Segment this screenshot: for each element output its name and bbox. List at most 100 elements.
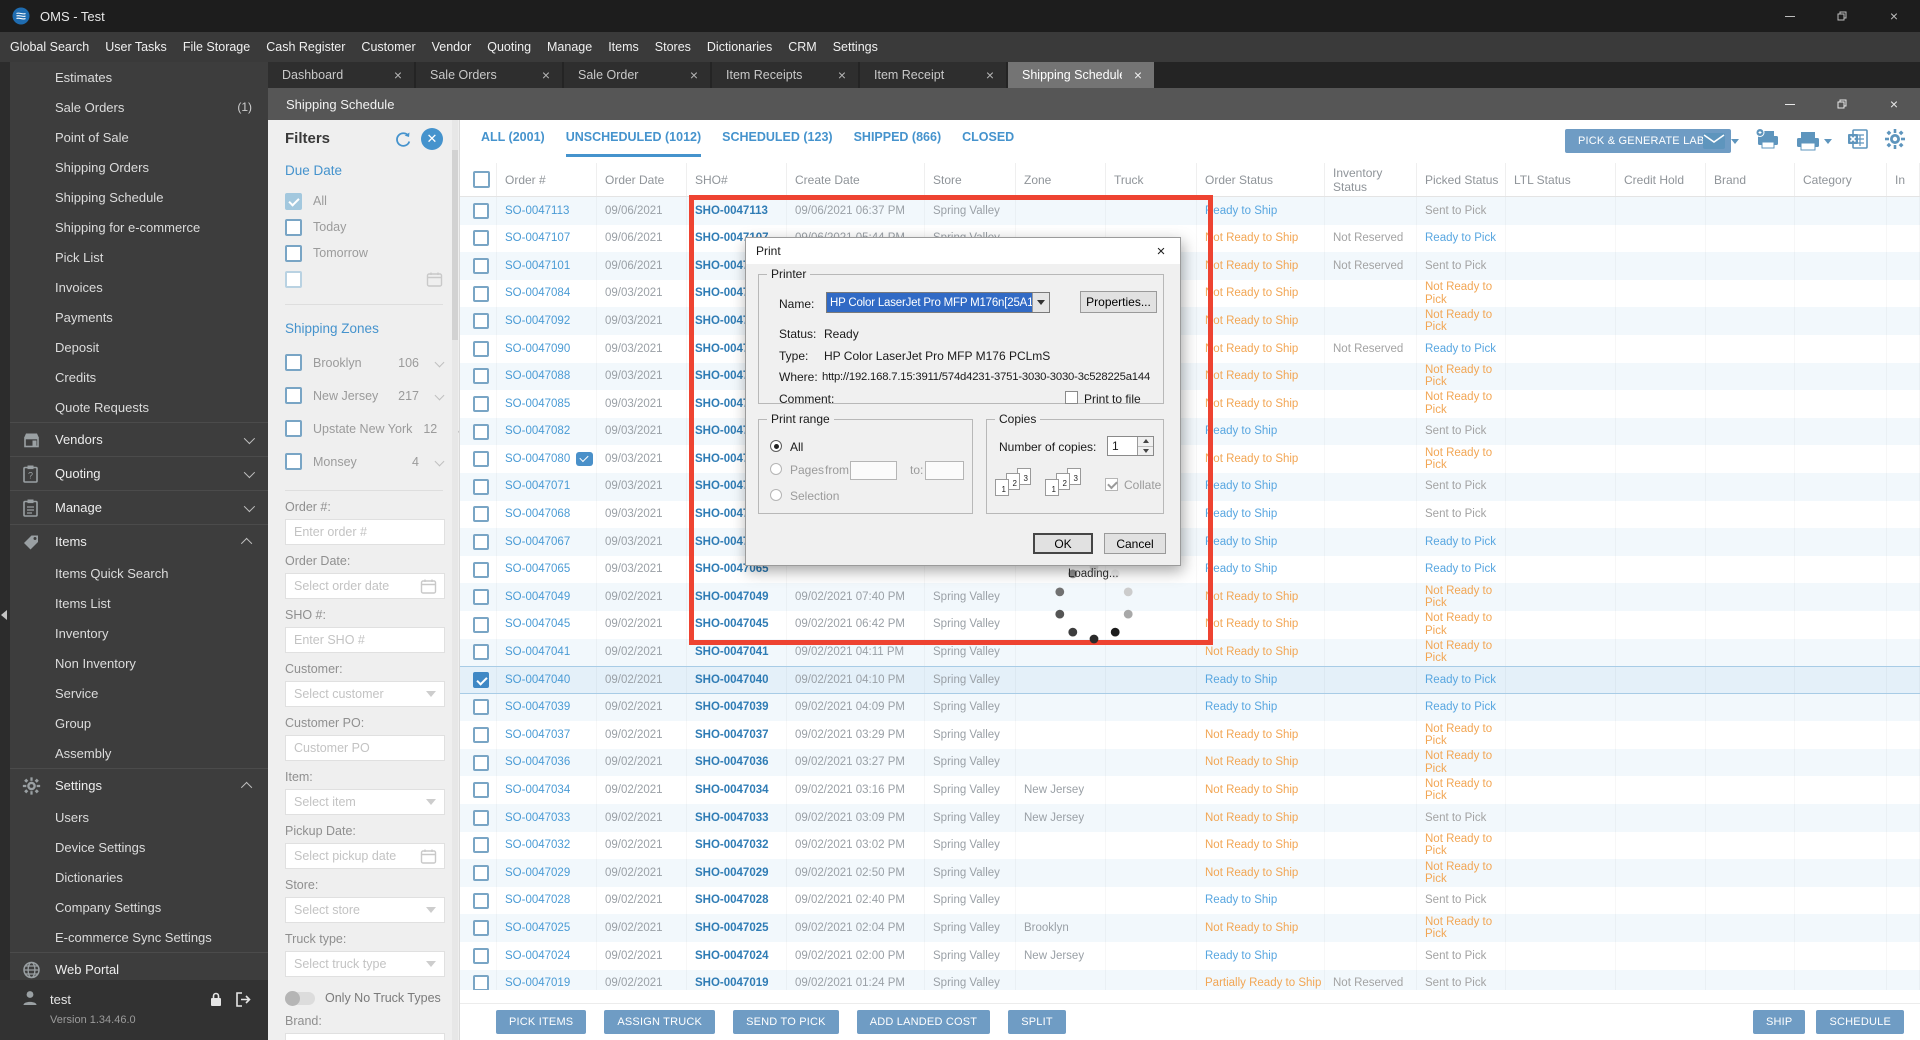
due-date-option-all[interactable]: All [285, 188, 459, 214]
table-row[interactable]: SO-0047028 09/02/2021 SHO-0047028 09/02/202… [460, 886, 1920, 915]
sidebar-item-items[interactable]: Items [10, 525, 268, 558]
sidebar-item-vendors[interactable]: Vendors [10, 423, 268, 456]
table-row[interactable]: SO-0047019 09/02/2021 SHO-0047019 09/02/202… [460, 969, 1920, 990]
menu-item-quoting[interactable]: Quoting [485, 40, 533, 54]
table-row[interactable]: SO-0047036 09/02/2021 SHO-0047036 09/02/202… [460, 748, 1920, 777]
checkbox[interactable] [285, 354, 302, 371]
order-link[interactable]: SO-0047092 [505, 315, 570, 328]
sidebar-item-group[interactable]: Group [10, 708, 268, 738]
range-all-radio[interactable] [770, 440, 782, 452]
sho-link[interactable]: SHO-0047032 [695, 839, 769, 852]
ok-button[interactable]: OK [1033, 533, 1093, 554]
module-restore-icon[interactable] [1816, 88, 1868, 120]
menu-item-customer[interactable]: Customer [359, 40, 417, 54]
menu-item-user-tasks[interactable]: User Tasks [103, 40, 169, 54]
sidebar-item-deposit[interactable]: Deposit [10, 332, 268, 362]
row-checkbox[interactable] [473, 892, 489, 909]
tab-close-icon[interactable]: × [678, 67, 710, 83]
sho-link[interactable]: SHO-0047041 [695, 646, 769, 659]
sidebar-item-e-commerce-sync-settings[interactable]: E-commerce Sync Settings [10, 922, 268, 952]
table-row[interactable]: SO-0047082 09/03/2021 SHO-0047082 Ready to … [460, 417, 1920, 446]
status-tab-closed[interactable]: CLOSED [962, 130, 1014, 157]
row-checkbox[interactable] [473, 616, 489, 633]
order-link[interactable]: SO-0047101 [505, 260, 570, 273]
pages-to-input[interactable] [925, 461, 964, 480]
table-row[interactable]: SO-0047090 09/03/2021 SHO-0047090 Not Ready… [460, 334, 1920, 363]
menu-item-file-storage[interactable]: File Storage [181, 40, 252, 54]
table-row[interactable]: SO-0047071 09/03/2021 SHO-0047071 Ready to … [460, 472, 1920, 501]
zone-option-brooklyn[interactable]: Brooklyn 106 [285, 346, 459, 379]
row-checkbox[interactable] [473, 644, 489, 661]
table-row[interactable]: SO-0047067 09/03/2021 SHO-0047067 Ready to … [460, 528, 1920, 556]
order-link[interactable]: SO-0047039 [505, 701, 570, 714]
row-checkbox[interactable] [473, 230, 489, 247]
close-icon[interactable]: × [1868, 0, 1920, 32]
row-checkbox[interactable] [473, 837, 489, 854]
tab-sale-order[interactable]: Sale Order × [564, 62, 710, 88]
order-link[interactable]: SO-0047067 [505, 536, 570, 549]
sho-link[interactable]: SHO-0047037 [695, 729, 769, 742]
row-checkbox[interactable] [473, 865, 489, 882]
row-checkbox[interactable] [473, 506, 489, 523]
table-row[interactable]: SO-0047039 09/02/2021 SHO-0047039 09/02/202… [460, 693, 1920, 722]
row-checkbox[interactable] [473, 809, 489, 826]
sidebar-collapse-icon[interactable] [1, 610, 7, 620]
order-link[interactable]: SO-0047045 [505, 618, 570, 631]
order-link[interactable]: SO-0047090 [505, 343, 570, 356]
cancel-button[interactable]: Cancel [1104, 533, 1166, 554]
table-row[interactable]: SO-0047092 09/03/2021 SHO-0047092 Not Ready… [460, 307, 1920, 335]
calendar-icon[interactable] [420, 848, 437, 865]
calendar-icon[interactable] [420, 578, 437, 595]
row-checkbox[interactable] [473, 202, 489, 219]
tab-close-icon[interactable]: × [382, 67, 414, 83]
filters-close-icon[interactable]: ✕ [421, 128, 443, 150]
row-checkbox[interactable] [473, 395, 489, 412]
order-link[interactable]: SO-0047029 [505, 867, 570, 880]
text-input[interactable]: Customer PO [285, 735, 445, 761]
sidebar-item-quoting[interactable]: ? Quoting [10, 457, 268, 490]
zone-option-monsey[interactable]: Monsey 4 [285, 445, 459, 478]
sidebar-item-items-quick-search[interactable]: Items Quick Search [10, 558, 268, 588]
order-link[interactable]: SO-0047088 [505, 370, 570, 383]
sho-link[interactable]: SHO-0047033 [695, 812, 769, 825]
tab-dashboard[interactable]: Dashboard × [268, 62, 414, 88]
sidebar-item-invoices[interactable]: Invoices [10, 272, 268, 302]
select-input[interactable]: Select item [285, 789, 445, 815]
order-link[interactable]: SO-0047082 [505, 425, 570, 438]
order-link[interactable]: SO-0047034 [505, 784, 570, 797]
table-row[interactable]: SO-0047033 09/02/2021 SHO-0047033 09/02/202… [460, 804, 1920, 832]
sidebar-item-manage[interactable]: Manage [10, 491, 268, 524]
checkbox[interactable] [285, 387, 302, 404]
module-close-icon[interactable]: × [1868, 88, 1920, 120]
order-link[interactable]: SO-0047032 [505, 839, 570, 852]
select-input[interactable]: Select truck type [285, 951, 445, 977]
status-tab-scheduled-123[interactable]: SCHEDULED (123) [722, 130, 832, 157]
row-checkbox[interactable] [473, 699, 489, 716]
excel-export-icon[interactable] [1847, 128, 1869, 155]
checkbox[interactable] [285, 453, 302, 470]
add-landed-cost-button[interactable]: ADD LANDED COST [856, 1010, 991, 1034]
table-row[interactable]: SO-0047085 09/03/2021 SHO-0047085 Not Ready… [460, 390, 1920, 418]
tab-close-icon[interactable]: × [1122, 67, 1154, 83]
checkbox-checked[interactable] [285, 192, 302, 210]
row-checkbox[interactable] [473, 285, 489, 302]
table-row[interactable]: SO-0047024 09/02/2021 SHO-0047024 09/02/202… [460, 942, 1920, 970]
assign-truck-button[interactable]: ASSIGN TRUCK [604, 1010, 716, 1034]
filters-scrollbar[interactable] [452, 120, 458, 1040]
order-link[interactable]: SO-0047036 [505, 756, 570, 769]
combo-dropdown-icon[interactable] [1032, 293, 1049, 312]
order-link[interactable]: SO-0047019 [505, 977, 570, 990]
zone-option-upstate-new-york[interactable]: Upstate New York 12 [285, 412, 459, 445]
minimize-icon[interactable] [1764, 0, 1816, 32]
lock-icon[interactable] [208, 991, 224, 1013]
pages-from-input[interactable] [850, 461, 897, 480]
table-row[interactable]: SO-0047040 09/02/2021 SHO-0047040 09/02/202… [460, 666, 1920, 694]
sho-link[interactable]: SHO-0047028 [695, 894, 769, 907]
select-input[interactable]: Select brand [285, 1033, 445, 1040]
row-checkbox[interactable] [473, 727, 489, 744]
sho-link[interactable]: SHO-0047049 [695, 591, 769, 604]
menu-item-items[interactable]: Items [606, 40, 641, 54]
row-checkbox[interactable] [473, 975, 489, 990]
menu-item-dictionaries[interactable]: Dictionaries [705, 40, 774, 54]
row-checkbox[interactable] [473, 782, 489, 799]
